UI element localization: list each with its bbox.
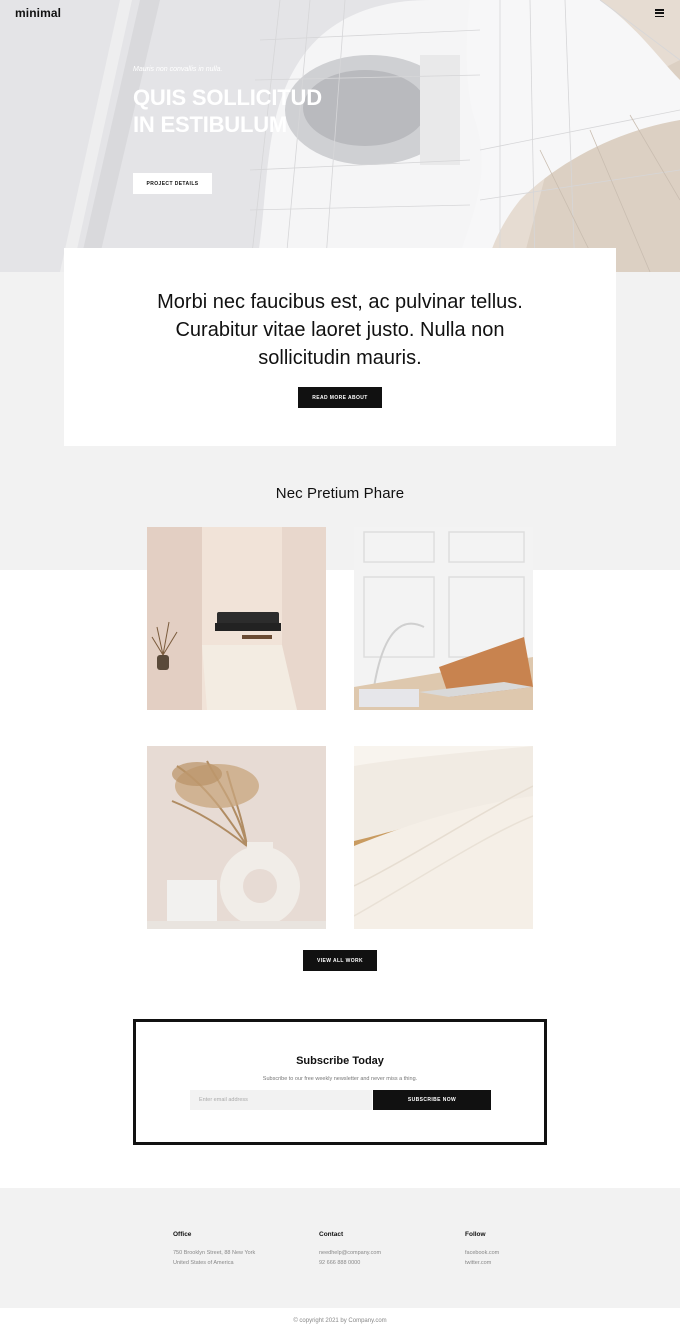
copyright-text: © copyright 2021 by Company.com bbox=[293, 1318, 387, 1324]
footer-heading: Office bbox=[173, 1231, 192, 1238]
portfolio-tile-living-room[interactable] bbox=[147, 527, 326, 710]
subscribe-box: Subscribe Today Subscribe to our free we… bbox=[133, 1019, 547, 1145]
hero-section: minimal Mauris non convallis in nulla. Q… bbox=[0, 0, 680, 272]
footer-facebook-link[interactable]: facebook.com bbox=[465, 1248, 595, 1258]
hero-title-line: QUIS SOLLICITUD bbox=[133, 85, 322, 110]
project-details-button[interactable]: PROJECT DETAILS bbox=[133, 173, 212, 194]
living-room-photo bbox=[147, 527, 326, 710]
hero-architecture-image bbox=[0, 0, 680, 272]
footer-heading: Contact bbox=[319, 1231, 344, 1238]
subscribe-title: Subscribe Today bbox=[296, 1055, 384, 1067]
portfolio-title: Nec Pretium Phare bbox=[275, 485, 405, 502]
footer: Office 750 Brooklyn Street, 88 New York … bbox=[0, 1188, 680, 1308]
site-logo[interactable]: minimal bbox=[15, 6, 61, 20]
portfolio-tile-donut-vase[interactable] bbox=[147, 746, 326, 929]
footer-twitter-link[interactable]: twitter.com bbox=[465, 1258, 595, 1268]
curved-architecture-photo bbox=[354, 746, 533, 929]
portfolio-tile-laptop-desk[interactable] bbox=[354, 527, 533, 710]
hero-kicker: Mauris non convallis in nulla. bbox=[133, 66, 223, 73]
footer-heading: Follow bbox=[465, 1231, 486, 1238]
email-field[interactable] bbox=[190, 1090, 372, 1110]
footer-follow-column: Follow facebook.com twitter.com bbox=[465, 1231, 595, 1268]
intro-text: Morbi nec faucibus est, ac pulvinar tell… bbox=[157, 291, 523, 369]
footer-contact-column: Contact needhelp@company.com 92 666 888 … bbox=[319, 1231, 449, 1268]
subscribe-button[interactable]: SUBSCRIBE NOW bbox=[373, 1090, 491, 1110]
footer-address-line: 750 Brooklyn Street, 88 New York bbox=[173, 1250, 256, 1256]
hero-title: QUIS SOLLICITUD IN ESTIBULUM bbox=[133, 84, 322, 138]
hero-title-line: IN ESTIBULUM bbox=[133, 112, 288, 137]
laptop-desk-photo bbox=[354, 527, 533, 710]
footer-office-column: Office 750 Brooklyn Street, 88 New York … bbox=[173, 1231, 303, 1268]
hamburger-menu-icon[interactable] bbox=[655, 9, 664, 17]
intro-card: Morbi nec faucibus est, ac pulvinar tell… bbox=[64, 248, 616, 446]
footer-email-link[interactable]: needhelp@company.com bbox=[319, 1248, 449, 1258]
footer-phone-link[interactable]: 92 666 888 0000 bbox=[319, 1258, 449, 1268]
footer-address-line: United States of America bbox=[173, 1260, 234, 1266]
view-all-work-button[interactable]: VIEW ALL WORK bbox=[303, 950, 377, 971]
read-more-button[interactable]: READ MORE ABOUT bbox=[298, 387, 382, 408]
subscribe-text: Subscribe to our free weekly newsletter … bbox=[262, 1076, 418, 1082]
portfolio-tile-curved-architecture[interactable] bbox=[354, 746, 533, 929]
donut-vase-photo bbox=[147, 746, 326, 929]
